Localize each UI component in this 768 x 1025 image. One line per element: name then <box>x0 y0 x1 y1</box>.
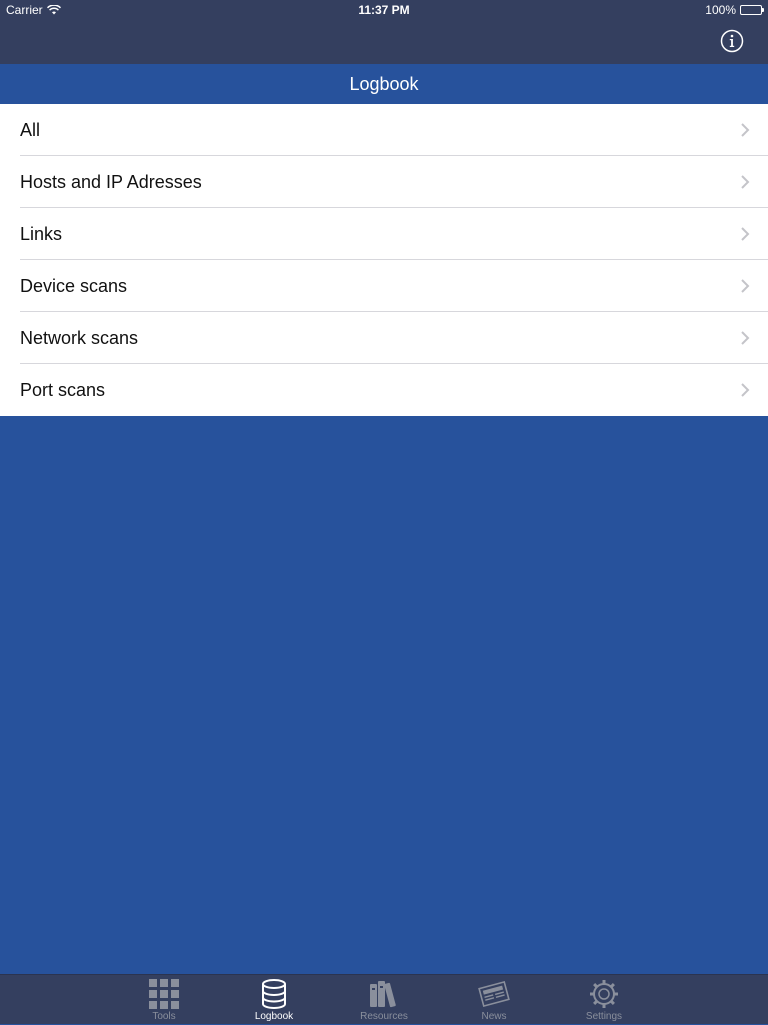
list-item-device-scans[interactable]: Device scans <box>0 260 768 312</box>
battery-percent: 100% <box>705 3 736 17</box>
tab-tools[interactable]: Tools <box>124 975 204 1025</box>
database-icon <box>262 979 286 1009</box>
books-icon <box>370 981 396 1008</box>
tab-resources[interactable]: Resources <box>344 975 424 1025</box>
list-item-port-scans[interactable]: Port scans <box>0 364 768 416</box>
list-item-label: Network scans <box>20 328 139 348</box>
newspaper-icon <box>478 980 510 1008</box>
list-item-label: Port scans <box>20 380 106 400</box>
list-item-label: All <box>20 120 41 140</box>
status-bar: Carrier 11:37 PM 100% <box>0 0 768 20</box>
tab-bar: Tools Logbook Resources News Settings <box>0 974 768 1024</box>
chevron-right-icon <box>741 175 750 189</box>
tab-label: Settings <box>585 1011 623 1022</box>
list-item-hosts[interactable]: Hosts and IP Adresses <box>0 156 768 208</box>
navigation-bar <box>0 20 768 64</box>
tab-news[interactable]: News <box>454 975 534 1025</box>
list-item-label: Hosts and IP Adresses <box>20 172 202 192</box>
tab-logbook[interactable]: Logbook <box>234 975 314 1025</box>
chevron-right-icon <box>741 279 750 293</box>
chevron-right-icon <box>741 227 750 241</box>
logbook-list: All Hosts and IP Adresses Links Device s… <box>0 104 768 416</box>
list-item-links[interactable]: Links <box>0 208 768 260</box>
tab-label: News <box>481 1011 507 1022</box>
chevron-right-icon <box>741 123 750 137</box>
list-item-label: Device scans <box>20 276 128 296</box>
tab-settings[interactable]: Settings <box>564 975 644 1025</box>
page-title: Logbook <box>0 64 768 104</box>
clock: 11:37 PM <box>358 3 410 17</box>
list-item-network-scans[interactable]: Network scans <box>0 312 768 364</box>
battery-icon <box>740 5 764 15</box>
tab-label: Logbook <box>254 1011 294 1022</box>
tab-label: Resources <box>360 1011 408 1022</box>
grid-icon <box>149 979 179 1009</box>
tab-label: Tools <box>152 1011 176 1022</box>
list-item-all[interactable]: All <box>0 104 768 156</box>
list-item-label: Links <box>20 224 63 244</box>
chevron-right-icon <box>741 331 750 345</box>
chevron-right-icon <box>741 383 750 397</box>
info-icon[interactable] <box>720 29 744 53</box>
battery-indicator: 100% <box>705 3 764 17</box>
gear-icon <box>590 980 618 1008</box>
